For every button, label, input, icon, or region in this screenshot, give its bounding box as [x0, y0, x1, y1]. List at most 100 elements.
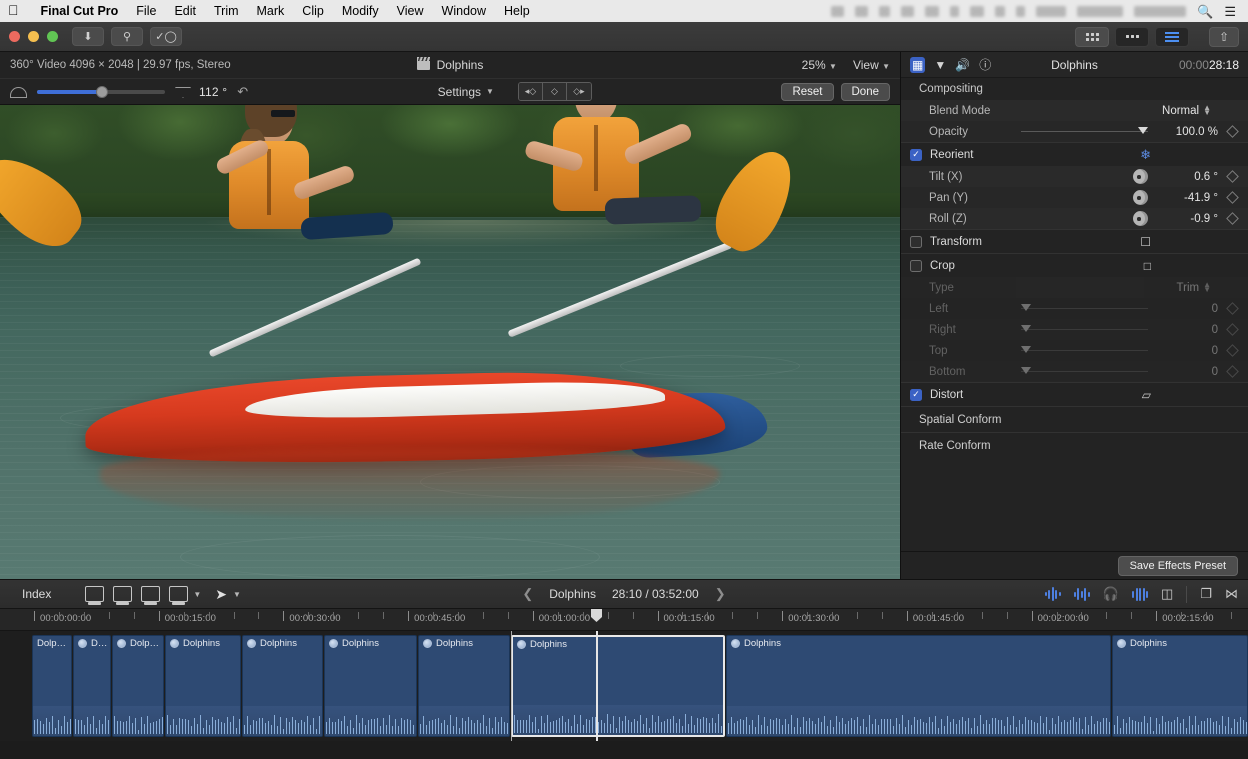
menu-item-window[interactable]: Window [433, 4, 495, 18]
info-inspector-icon[interactable]: ⓘ [979, 56, 991, 73]
solo-audio-icon[interactable] [1074, 587, 1090, 601]
param-tilt-x[interactable]: Tilt (X) 0.6 ° [901, 166, 1248, 187]
appearance-icon-3[interactable] [141, 586, 160, 602]
verify-icon[interactable]: ✓◯ [150, 27, 182, 46]
blend-mode-value[interactable]: Normal ▲▼ [1162, 105, 1211, 117]
transform-checkbox[interactable] [910, 236, 922, 248]
timeline-clip[interactable]: Dolphins [726, 635, 1111, 737]
crop-icon[interactable]: □ [1144, 259, 1151, 273]
search-icon[interactable]: 🔍 [1197, 5, 1213, 18]
roll-z-value[interactable]: -0.9 ° [1156, 213, 1218, 225]
fit-timeline-icon[interactable]: ⋈ [1225, 586, 1238, 602]
status-icon-9[interactable] [1016, 6, 1025, 17]
timeline-tracks[interactable]: Dolp…D…Dolp…DolphinsDolphinsDolphinsDolp… [0, 631, 1248, 741]
menu-bar-date[interactable] [1134, 6, 1186, 17]
next-keyframe-button[interactable]: ◇▸ [567, 83, 591, 100]
status-icon-7[interactable] [970, 6, 984, 17]
tilt-x-dial[interactable] [1133, 169, 1148, 184]
status-icon-3[interactable] [879, 6, 890, 17]
tilt-x-value[interactable]: 0.6 ° [1156, 171, 1218, 183]
section-reorient-header[interactable]: ✓ Reorient ❄ [901, 142, 1248, 166]
section-rate-conform[interactable]: Rate Conform [901, 432, 1248, 458]
next-project-button[interactable]: ❯ [715, 586, 726, 602]
reorient-checkbox[interactable]: ✓ [910, 149, 922, 161]
section-spatial-conform[interactable]: Spatial Conform [901, 406, 1248, 432]
timeline-clip[interactable]: Dolp… [112, 635, 164, 737]
slider-knob[interactable] [96, 86, 108, 98]
select-tool-icon[interactable]: ➤ [215, 586, 227, 603]
snapping-icon[interactable] [1132, 587, 1148, 601]
pan-y-dial[interactable] [1133, 190, 1148, 205]
keyframe-button[interactable] [1226, 170, 1239, 183]
reset-button[interactable]: Reset [781, 83, 833, 101]
previous-keyframe-button[interactable]: ◂◇ [519, 83, 543, 100]
timeline-clip[interactable]: Dolphins [418, 635, 510, 737]
status-icon-5[interactable] [925, 6, 939, 17]
menu-item-view[interactable]: View [388, 4, 433, 18]
chevron-down-icon[interactable]: ▼ [233, 590, 241, 599]
timeline-clip[interactable]: D… [73, 635, 111, 737]
menu-item-final-cut-pro[interactable]: Final Cut Pro [32, 4, 128, 18]
field-of-view-slider[interactable] [37, 90, 165, 94]
opacity-value[interactable]: 100.0 % [1156, 126, 1218, 138]
keywords-icon[interactable]: ⚲ [111, 27, 143, 46]
section-transform-header[interactable]: Transform ☐ [901, 229, 1248, 253]
zoom-level-menu[interactable]: 25% ▼ [802, 58, 837, 72]
minimize-window-button[interactable] [28, 31, 39, 42]
timeline-clip[interactable]: Dolphins [324, 635, 417, 737]
add-keyframe-button[interactable]: ◇ [543, 83, 567, 100]
param-pan-y[interactable]: Pan (Y) -41.9 ° [901, 187, 1248, 208]
audio-inspector-icon[interactable]: 🔊 [955, 58, 970, 72]
chevron-down-icon[interactable]: ▼ [193, 590, 201, 599]
headphones-icon[interactable]: 🎧 [1103, 586, 1119, 602]
import-media-icon[interactable]: ⬇ [72, 27, 104, 46]
appearance-icon-1[interactable] [85, 586, 104, 602]
keyframe-button[interactable] [1226, 212, 1239, 225]
effects-inspector-icon[interactable]: ▼ [934, 58, 946, 72]
pan-y-value[interactable]: -41.9 ° [1156, 192, 1218, 204]
clip-height-icon[interactable]: ◫ [1161, 586, 1173, 602]
playhead-handle[interactable] [591, 609, 602, 622]
share-icon[interactable]: ⇧ [1209, 27, 1239, 47]
menu-bar-clock[interactable] [1077, 6, 1123, 17]
roll-z-dial[interactable] [1133, 211, 1148, 226]
timeline-clip[interactable]: Dolphins [165, 635, 241, 737]
keyframe-button[interactable] [1226, 125, 1239, 138]
timeline-clip[interactable]: Dolp… [32, 635, 72, 737]
distort-checkbox[interactable]: ✓ [910, 389, 922, 401]
menu-item-modify[interactable]: Modify [333, 4, 388, 18]
section-crop-header[interactable]: Crop □ [901, 253, 1248, 277]
zoom-window-button[interactable] [47, 31, 58, 42]
timeline-toggle-icon[interactable] [1115, 27, 1149, 47]
menu-item-clip[interactable]: Clip [293, 4, 333, 18]
video-inspector-icon[interactable]: ▦ [910, 57, 925, 73]
status-icon-4[interactable] [901, 6, 914, 17]
slider-handle[interactable] [1138, 127, 1148, 134]
reset-fov-icon[interactable]: ↶ [237, 84, 248, 100]
inspector-toggle-icon[interactable] [1155, 27, 1189, 47]
menu-item-edit[interactable]: Edit [165, 4, 205, 18]
done-button[interactable]: Done [841, 83, 891, 101]
section-distort-header[interactable]: ✓ Distort ▱ [901, 382, 1248, 406]
viewer-settings-menu[interactable]: Settings ▼ [438, 85, 494, 99]
timeline-index-button[interactable]: Index [10, 585, 63, 603]
crop-checkbox[interactable] [910, 260, 922, 272]
browser-toggle-icon[interactable] [1075, 27, 1109, 47]
timeline-ruler[interactable]: 00:00:00:0000:00:15:0000:00:30:0000:00:4… [0, 609, 1248, 631]
viewer-video-canvas[interactable] [0, 105, 900, 579]
previous-project-button[interactable]: ❮ [522, 586, 533, 602]
timeline-clip[interactable]: Dolphins [511, 635, 725, 737]
menu-item-mark[interactable]: Mark [248, 4, 294, 18]
timeline-clip[interactable]: Dolphins [1112, 635, 1248, 737]
status-icon-1[interactable] [831, 6, 844, 17]
status-icon-8[interactable] [995, 6, 1005, 17]
status-icon-2[interactable] [855, 6, 868, 17]
distort-icon[interactable]: ▱ [1142, 388, 1151, 402]
transform-icon[interactable]: ☐ [1140, 235, 1151, 249]
view-menu[interactable]: View ▼ [853, 58, 890, 72]
playhead[interactable] [596, 631, 598, 741]
param-roll-z[interactable]: Roll (Z) -0.9 ° [901, 208, 1248, 229]
save-effects-preset-button[interactable]: Save Effects Preset [1118, 556, 1238, 576]
clip-appearance-icon[interactable] [169, 586, 188, 602]
apple-menu-icon[interactable]:  [8, 3, 19, 19]
